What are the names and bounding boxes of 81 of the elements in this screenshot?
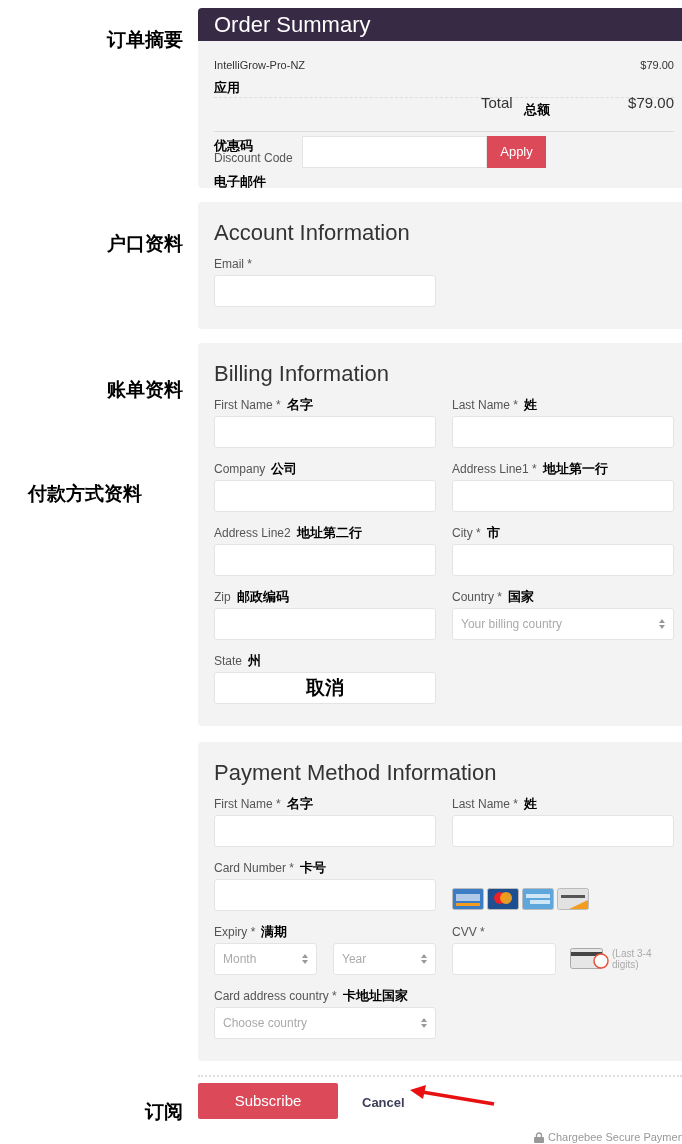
annotation-label: 名字: [286, 395, 313, 414]
input-field[interactable]: [452, 943, 556, 975]
field-label: First Name *: [214, 796, 281, 813]
credit-card-icon: [487, 888, 519, 910]
apply-button[interactable]: Apply: [487, 136, 546, 168]
annotation-label: 州: [248, 651, 262, 670]
lock-icon: [534, 1131, 544, 1143]
field-label: Zip: [214, 589, 231, 606]
updown-arrows-icon: [421, 954, 427, 964]
annotation-label: 应用: [214, 78, 240, 97]
annotation-label: 卡号: [300, 858, 327, 877]
annotation-label: 国家: [508, 587, 535, 606]
field-label: Expiry *: [214, 924, 256, 941]
field-label: First Name *: [214, 397, 281, 414]
field-label: Last Name *: [452, 796, 519, 813]
input-field[interactable]: 取消: [214, 672, 436, 704]
select-field[interactable]: Year: [333, 943, 436, 975]
select-field[interactable]: Month: [214, 943, 317, 975]
credit-card-icon: [557, 888, 589, 910]
annotation-label: 市: [486, 523, 500, 542]
input-field[interactable]: [214, 544, 436, 576]
field-label: Country *: [452, 589, 503, 606]
annotation-label: 取消: [306, 675, 344, 700]
discount-input[interactable]: [302, 136, 487, 168]
annotation-label: 名字: [286, 794, 313, 813]
annotation-label: 卡地址国家: [342, 986, 408, 1005]
annotation-label: 付款方式资料: [28, 482, 142, 506]
section-title: Account Information: [214, 219, 411, 247]
field-label: State: [214, 653, 243, 670]
select-field[interactable]: Choose country: [214, 1007, 436, 1039]
field-label: Discount Code: [214, 152, 294, 165]
field-label: Card address country *: [214, 988, 337, 1005]
section-title: Payment Method Information: [214, 759, 498, 787]
total-amount: $79.00: [628, 93, 674, 113]
updown-arrows-icon: [302, 954, 308, 964]
annotation-label: 优惠码: [214, 139, 254, 152]
input-field[interactable]: [214, 480, 436, 512]
total-label: Total: [481, 93, 513, 113]
annotation-label: 总额: [524, 101, 550, 119]
input-field[interactable]: [452, 815, 674, 847]
field-label: Address Line1 *: [452, 461, 537, 478]
annotation-label: 账单资料: [107, 378, 183, 402]
hint-text: (Last 3-4 digits): [612, 948, 653, 970]
panel-header: Order Summary: [198, 8, 682, 41]
annotation-label: 地址第二行: [296, 523, 362, 542]
updown-arrows-icon: [659, 619, 665, 629]
annotation-label: 订单摘要: [107, 28, 183, 52]
annotation-label: 电子邮件: [214, 173, 266, 191]
input-field[interactable]: [214, 879, 436, 911]
annotation-label: 满期: [261, 922, 288, 941]
item-name: IntelliGrow-Pro-NZ: [214, 58, 306, 73]
annotation-label: 地址第一行: [542, 459, 608, 478]
field-label: Card Number *: [214, 860, 295, 877]
input-field[interactable]: [214, 416, 436, 448]
updown-arrows-icon: [421, 1018, 427, 1028]
credit-card-icon: [452, 888, 484, 910]
annotation-label: 姓: [524, 395, 538, 414]
card-back-icon: [570, 948, 610, 970]
input-field[interactable]: [452, 416, 674, 448]
field-label: Company: [214, 461, 266, 478]
field-label: Last Name *: [452, 397, 519, 414]
field-label: City *: [452, 525, 481, 542]
input-field[interactable]: [452, 544, 674, 576]
annotation-label: 户口资料: [107, 232, 183, 256]
credit-card-icon: [522, 888, 554, 910]
annotation-label: 订阅: [145, 1100, 183, 1124]
section-title: Billing Information: [214, 360, 390, 388]
input-field[interactable]: [214, 608, 436, 640]
field-label: Email *: [214, 256, 252, 273]
select-field[interactable]: Your billing country: [452, 608, 674, 640]
cancel-link[interactable]: Cancel: [362, 1093, 405, 1113]
subscribe-button[interactable]: Subscribe: [198, 1083, 338, 1119]
field-label: Address Line2: [214, 525, 291, 542]
annotation-label: 姓: [524, 794, 538, 813]
field-label: CVV *: [452, 924, 485, 941]
input-field[interactable]: [452, 480, 674, 512]
input-field[interactable]: [214, 275, 436, 307]
annotation-label: 邮政编码: [236, 587, 289, 606]
item-price: $79.00: [640, 58, 674, 73]
input-field[interactable]: [214, 815, 436, 847]
annotation-label: 公司: [271, 459, 298, 478]
